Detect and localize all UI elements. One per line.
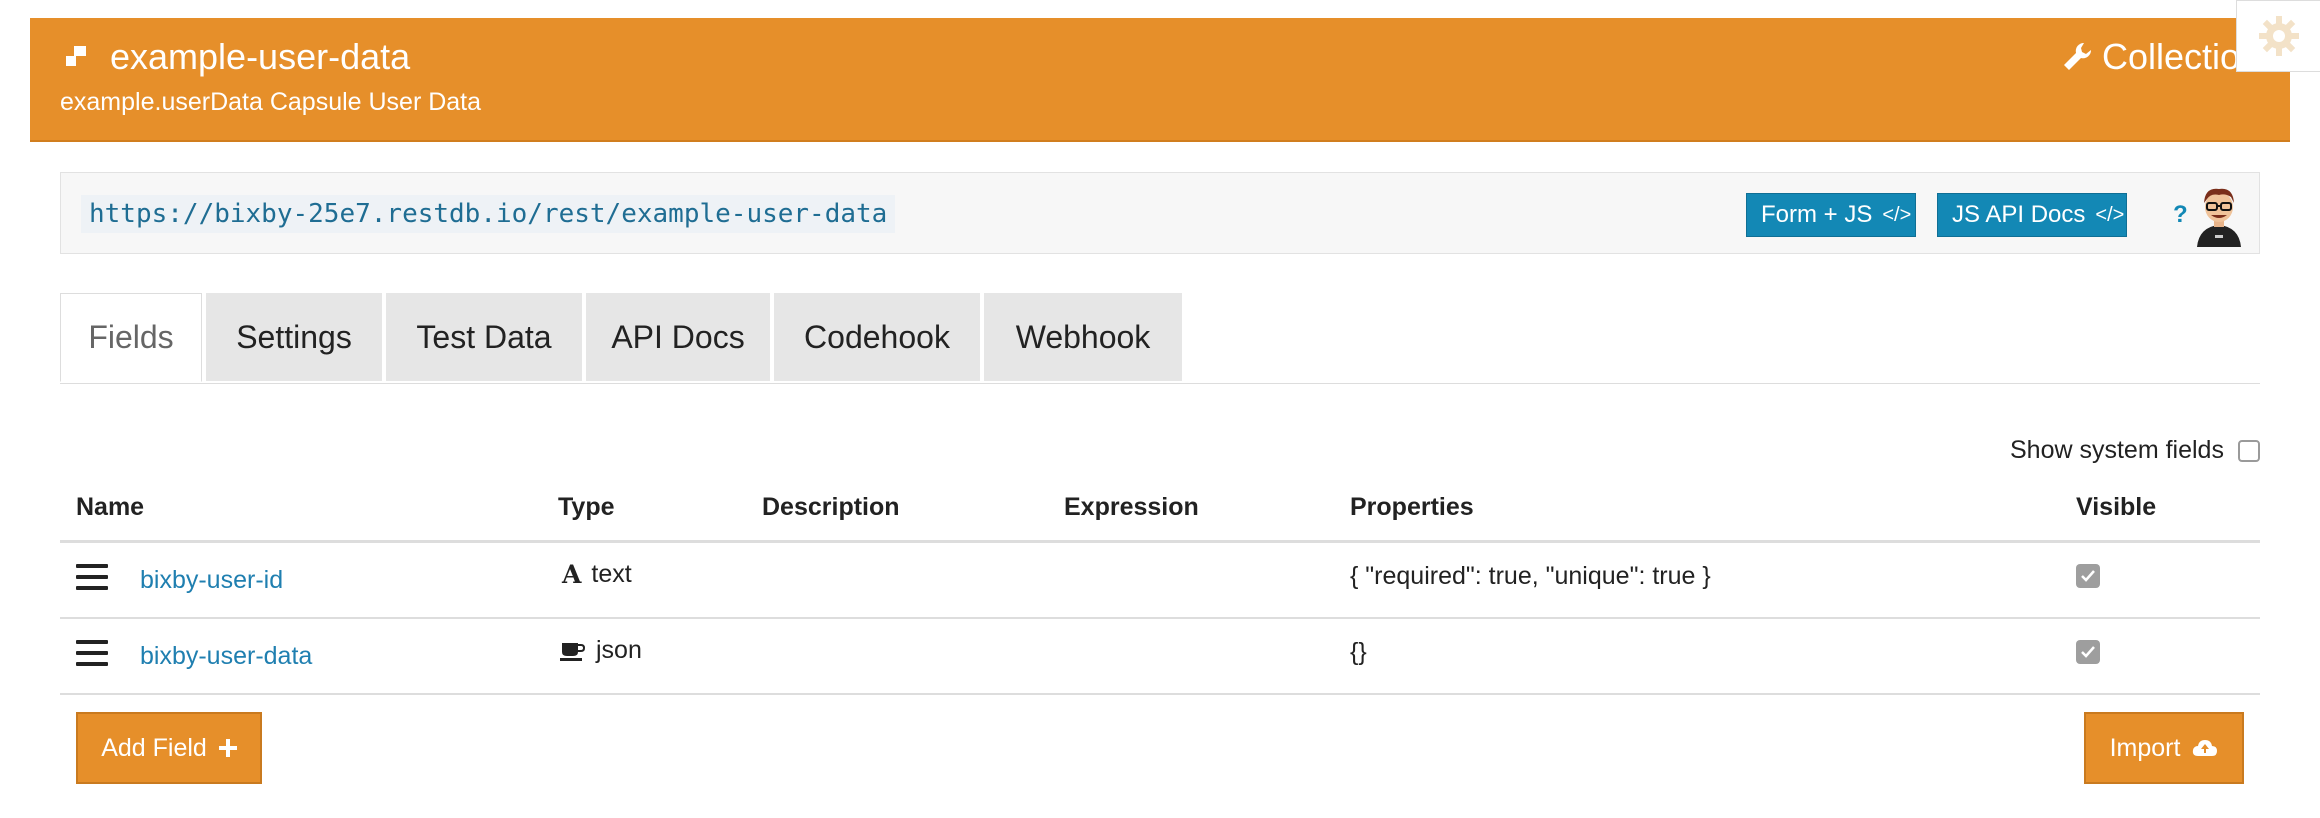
- js-api-docs-label: JS API Docs: [1952, 201, 2086, 228]
- coffee-icon: [560, 642, 586, 661]
- show-system-fields-label: Show system fields: [2010, 436, 2224, 464]
- field-properties: {}: [1350, 638, 1367, 666]
- gear-icon: [2258, 16, 2299, 56]
- check-icon: [2081, 646, 2095, 658]
- collection-link-label: Collectio: [2102, 36, 2241, 77]
- text-icon: A: [562, 560, 582, 589]
- form-js-label: Form + JS: [1761, 201, 1873, 228]
- column-header-properties: Properties: [1350, 493, 1474, 521]
- collection-icon: [66, 46, 86, 66]
- column-header-description: Description: [762, 493, 900, 521]
- endpoint-url[interactable]: https://bixby-25e7.restdb.io/rest/exampl…: [81, 195, 896, 233]
- tab-fields[interactable]: Fields: [60, 293, 202, 382]
- endpoint-bar: https://bixby-25e7.restdb.io/rest/exampl…: [60, 172, 2260, 254]
- show-system-fields[interactable]: Show system fields: [2010, 436, 2260, 465]
- tab-codehook[interactable]: Codehook: [774, 293, 980, 381]
- form-js-button[interactable]: Form + JS </>: [1746, 193, 1916, 237]
- field-type: A text: [562, 560, 632, 589]
- drag-handle-icon[interactable]: [76, 564, 108, 590]
- collection-title: example-user-data: [110, 36, 411, 77]
- avatar[interactable]: [2187, 181, 2251, 247]
- import-label: Import: [2109, 733, 2181, 762]
- table-header-divider: [60, 540, 2260, 543]
- row-divider: [60, 693, 2260, 695]
- wrench-icon: [2064, 42, 2092, 70]
- field-name-link[interactable]: bixby-user-data: [140, 642, 312, 671]
- field-type-label: json: [596, 636, 642, 664]
- column-header-expression: Expression: [1064, 493, 1199, 521]
- field-type-label: text: [591, 560, 632, 588]
- row-divider: [60, 617, 2260, 619]
- collection-tabs: Fields Settings Test Data API Docs Codeh…: [60, 293, 1182, 383]
- drag-handle-icon[interactable]: [76, 640, 108, 666]
- tab-webhook[interactable]: Webhook: [984, 293, 1182, 381]
- help-icon[interactable]: ?: [2173, 201, 2188, 229]
- add-field-button[interactable]: Add Field: [76, 712, 262, 784]
- add-field-label: Add Field: [101, 733, 207, 762]
- tab-settings[interactable]: Settings: [206, 293, 382, 381]
- show-system-fields-checkbox[interactable]: [2237, 439, 2260, 462]
- cloud-upload-icon: [2193, 740, 2218, 756]
- settings-gear-button[interactable]: [2236, 0, 2320, 72]
- tab-test-data[interactable]: Test Data: [386, 293, 582, 381]
- code-icon: </>: [2095, 203, 2125, 226]
- import-button[interactable]: Import: [2084, 712, 2244, 784]
- field-name-link[interactable]: bixby-user-id: [140, 566, 283, 595]
- tab-api-docs[interactable]: API Docs: [586, 293, 770, 381]
- column-header-type: Type: [558, 493, 615, 521]
- field-visible-checkbox[interactable]: [2076, 564, 2100, 588]
- field-type: json: [560, 636, 642, 665]
- column-header-name: Name: [76, 493, 145, 521]
- code-icon: </>: [1882, 203, 1912, 226]
- plus-icon: [218, 739, 237, 757]
- collection-subtitle: example.userData Capsule User Data: [60, 88, 482, 116]
- column-header-visible: Visible: [2076, 493, 2157, 521]
- js-api-docs-button[interactable]: JS API Docs </>: [1937, 193, 2127, 237]
- tabs-divider: [60, 383, 2260, 384]
- field-visible-checkbox[interactable]: [2076, 640, 2100, 664]
- field-properties: { "required": true, "unique": true }: [1350, 562, 1711, 590]
- collection-settings-link[interactable]: Collectio: [2062, 36, 2240, 78]
- check-icon: [2081, 570, 2095, 582]
- collection-header: example-user-data example.userData Capsu…: [30, 18, 2290, 142]
